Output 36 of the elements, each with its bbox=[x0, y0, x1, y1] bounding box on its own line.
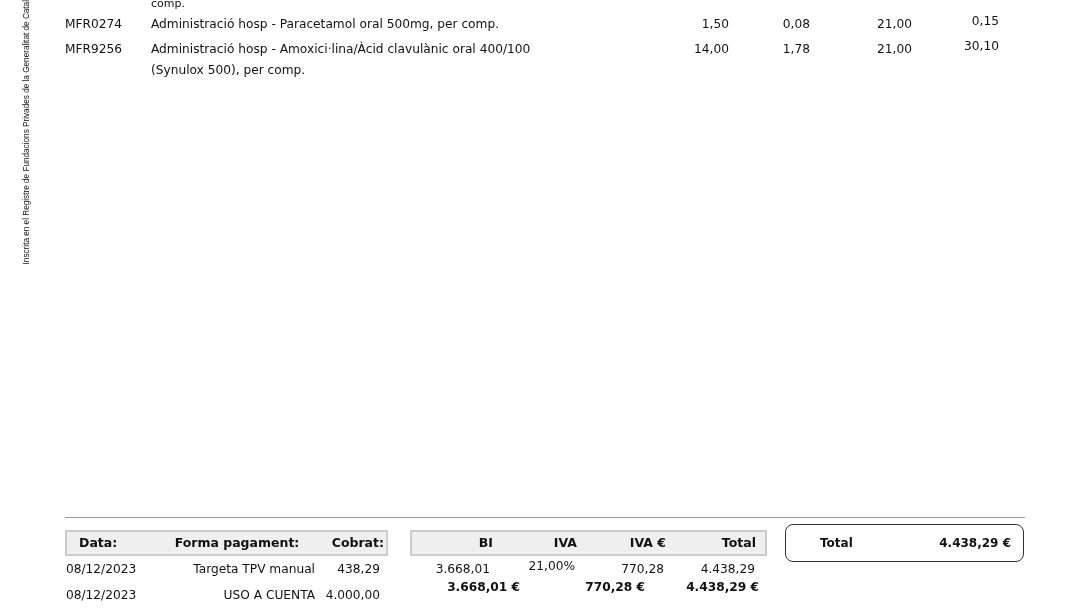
table-cell-text: 21,00% bbox=[527, 558, 576, 576]
total-label: Total bbox=[820, 535, 853, 552]
total-amount: 4.438,29 € bbox=[685, 579, 759, 596]
column-header: Data: bbox=[78, 533, 119, 552]
table-cell-text: 0,15 bbox=[970, 13, 999, 30]
item-description: Administració hosp - Paracetamol oral 500mg, per comp. bbox=[151, 16, 501, 33]
column-header: Total bbox=[720, 533, 757, 552]
item-code: MFR0274 bbox=[65, 16, 123, 33]
table-cell-text: 08/12/2023 bbox=[65, 560, 138, 578]
total-amount: 770,28 € bbox=[584, 579, 645, 596]
total-value: 4.438,29 € bbox=[939, 535, 1011, 552]
table-cell-text: USO A CUENTA bbox=[222, 586, 316, 604]
table-cell-text: 438,29 bbox=[336, 560, 381, 578]
total-amount: 3.668,01 € bbox=[446, 579, 520, 596]
table-cell-text: 21,00 bbox=[876, 16, 912, 33]
table-cell-text: Targeta TPV manual bbox=[192, 560, 316, 578]
item-description: Administració hosp - Amoxici·lina/Àcid clavulànic oral 400/100 (Synulox 500), per comp. bbox=[151, 40, 532, 79]
column-header: IVA bbox=[552, 533, 578, 552]
table-cell-text: 0,08 bbox=[781, 16, 810, 33]
column-header: Forma pagament: bbox=[173, 533, 301, 552]
item-code: MFR9256 bbox=[65, 41, 123, 58]
description-text: comp. bbox=[150, 0, 186, 8]
table-cell-text: 1,50 bbox=[700, 16, 729, 33]
table-cell-text: 1,78 bbox=[781, 41, 810, 58]
table-cell-text: 4.000,00 bbox=[324, 586, 381, 604]
column-header: Cobrat: bbox=[330, 533, 385, 552]
registry-note: Inscrita en el Registre de Fundacions Privades de la Generalitat de Catal bbox=[22, 0, 32, 265]
table-cell-text: 21,00 bbox=[876, 41, 912, 58]
table-cell-text: 08/12/2023 bbox=[65, 586, 138, 604]
column-header: BI bbox=[477, 533, 494, 552]
table-cell-text: 14,00 bbox=[693, 41, 729, 58]
table-cell-text: 770,28 bbox=[620, 560, 665, 578]
table-cell-text: 30,10 bbox=[963, 38, 999, 55]
column-header: IVA € bbox=[628, 533, 667, 552]
table-cell-text: 4.438,29 bbox=[699, 560, 756, 578]
table-cell-text: 3.668,01 bbox=[434, 560, 491, 578]
